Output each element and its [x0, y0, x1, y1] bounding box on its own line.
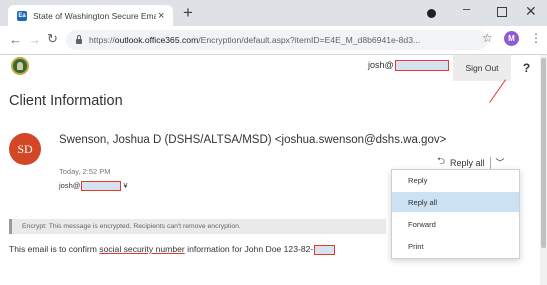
lock-icon[interactable] — [76, 34, 82, 44]
recipient-text: josh@ — [59, 181, 81, 190]
redaction-box — [81, 181, 122, 192]
body-text-2: information for John Doe 123-82- — [184, 244, 314, 254]
profile-avatar[interactable]: M — [504, 31, 519, 46]
address-bar[interactable]: https://outlook.office365.com/Encryption… — [66, 30, 488, 50]
message-body: This email is to confirm social security… — [9, 244, 336, 255]
recipient-suffix: ¥ — [123, 181, 128, 190]
url-path: /Encryption/default.aspx?itemID=E4E_M_d8… — [198, 35, 421, 45]
body-highlight: social security number — [99, 244, 185, 254]
menu-item-forward[interactable]: Forward — [392, 214, 519, 234]
tab-strip: Ea State of Washington Secure Ema × + – … — [0, 0, 547, 26]
close-tab-icon[interactable]: × — [158, 10, 164, 22]
new-tab-button[interactable]: + — [183, 3, 193, 23]
close-window-button[interactable]: ✕ — [525, 3, 537, 20]
message-subject: Client Information — [9, 93, 123, 109]
encryption-notice: Encrypt: This message is encrypted. Reci… — [9, 219, 386, 234]
page-header: josh@ Sign Out ? — [0, 55, 540, 81]
state-seal-icon — [11, 57, 29, 75]
redaction-box — [394, 60, 449, 72]
redaction-box — [314, 244, 336, 255]
reply-all-label: Reply all — [450, 157, 485, 168]
body-text-1: This email is to confirm — [9, 244, 100, 254]
tab-title: State of Washington Secure Ema — [33, 10, 156, 21]
message-date: Today, 2:52 PM — [59, 167, 111, 176]
message-recipient: josh@ ¥ — [59, 181, 128, 192]
divider — [489, 156, 491, 169]
chevron-down-icon[interactable]: ﹀ — [496, 156, 505, 169]
help-button[interactable]: ? — [513, 55, 540, 81]
signed-in-user: josh@ — [368, 60, 449, 72]
url-host: outlook.office365.com — [114, 35, 199, 45]
forward-arrow-icon[interactable]: → — [28, 32, 41, 47]
browser-tab[interactable]: Ea State of Washington Secure Ema × — [8, 5, 173, 26]
bookmark-star-icon[interactable]: ☆ — [482, 31, 493, 45]
scroll-thumb[interactable] — [541, 58, 546, 248]
outlook-favicon-icon: Ea — [17, 10, 27, 21]
browser-toolbar: ← → ↻ https://outlook.office365.com/Encr… — [0, 26, 547, 55]
maximize-button[interactable] — [497, 7, 507, 17]
sender-avatar: SD — [9, 133, 41, 165]
user-email-text: josh@ — [368, 60, 394, 70]
menu-item-print[interactable]: Print — [392, 236, 519, 256]
back-arrow-icon[interactable]: ← — [9, 32, 22, 47]
browser-menu-icon[interactable]: ⋮ — [530, 31, 542, 45]
browser-window: Ea State of Washington Secure Ema × + – … — [0, 0, 547, 285]
url-text[interactable]: https://outlook.office365.com/Encryption… — [89, 35, 474, 45]
page-content: josh@ Sign Out ? Client Information SD S… — [0, 55, 540, 285]
sign-out-button[interactable]: Sign Out — [453, 55, 511, 81]
encryption-text: Encrypt: This message is encrypted. Reci… — [22, 223, 241, 230]
record-indicator-icon[interactable] — [427, 9, 436, 18]
sender-name: Swenson, Joshua D (DSHS/ALTSA/MSD) <josh… — [59, 134, 447, 146]
reload-icon[interactable]: ↻ — [47, 31, 58, 47]
reply-dropdown-menu: Reply Reply all Forward Print — [391, 169, 520, 259]
url-prefix: https:// — [89, 35, 115, 45]
minimize-button[interactable]: – — [463, 1, 470, 16]
menu-item-reply-all[interactable]: Reply all — [392, 192, 519, 212]
menu-item-reply[interactable]: Reply — [392, 170, 519, 190]
